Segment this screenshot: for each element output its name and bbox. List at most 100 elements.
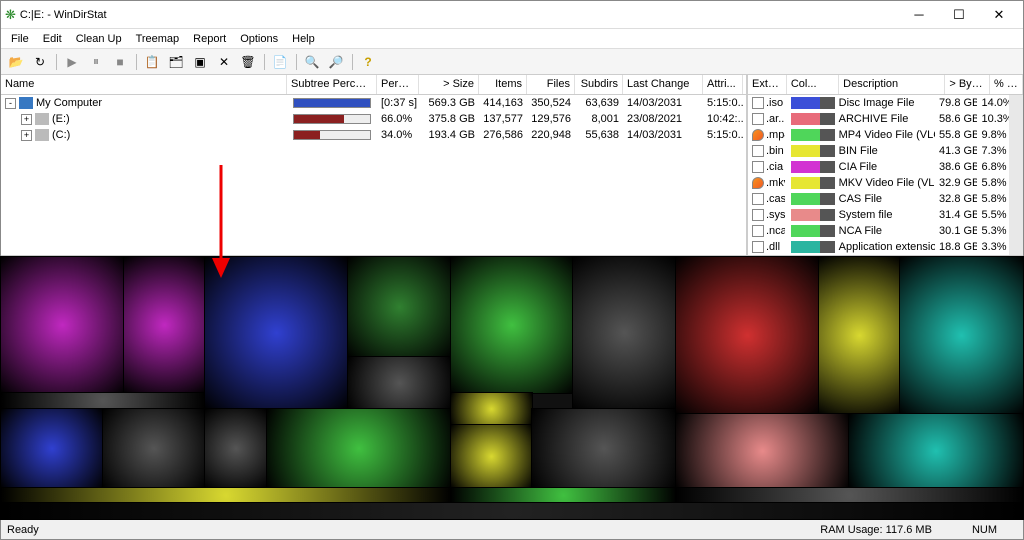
col-desc[interactable]: Description (839, 75, 945, 94)
list-item[interactable]: .sysSystem file31.4 GB5.5% (748, 207, 1009, 223)
menu-edit[interactable]: Edit (37, 31, 68, 47)
menu-file[interactable]: File (5, 31, 35, 47)
delete-icon[interactable]: ✕ (213, 51, 235, 73)
treemap-block[interactable] (103, 409, 205, 488)
treemap-block[interactable] (348, 357, 450, 409)
treemap-block[interactable] (451, 393, 533, 424)
close-button[interactable]: ✕ (979, 1, 1019, 29)
list-item[interactable]: .ncaNCA File30.1 GB5.3% (748, 223, 1009, 239)
file-icon (752, 193, 764, 205)
menu-cleanup[interactable]: Clean Up (70, 31, 128, 47)
pause-icon[interactable]: ⏸ (85, 51, 107, 73)
treemap-block[interactable] (451, 425, 533, 488)
computer-icon (19, 97, 33, 109)
toolbar: 📂 ↻ ▶ ⏸ ■ 📋 🗂 ▣ ✕ 🗑 📄 🔍 🔎 ? (1, 49, 1023, 75)
menu-treemap[interactable]: Treemap (130, 31, 186, 47)
treemap-block[interactable] (676, 414, 850, 487)
col-percent[interactable]: Perce... (377, 75, 419, 94)
open-icon[interactable]: 📂 (5, 51, 27, 73)
menu-help[interactable]: Help (286, 31, 321, 47)
list-item[interactable]: .ciaCIA File38.6 GB6.8% (748, 159, 1009, 175)
table-row[interactable]: +(E:)66.0%375.8 GB137,577129,5768,00123/… (1, 111, 746, 127)
list-item[interactable]: .binBIN File41.3 GB7.3% (748, 143, 1009, 159)
file-icon (752, 129, 764, 141)
col-name[interactable]: Name (1, 75, 287, 94)
list-item[interactable]: .mkvMKV Video File (VLC)32.9 GB5.8% (748, 175, 1009, 191)
list-item[interactable]: .dllApplication extension18.8 GB3.3% (748, 239, 1009, 255)
properties-icon[interactable]: 📄 (269, 51, 291, 73)
treemap-block[interactable] (849, 414, 1023, 487)
ext-body[interactable]: .isoDisc Image File79.8 GB14.0%.ar...ARC… (748, 95, 1023, 255)
recycle-icon[interactable]: 🗑 (237, 51, 259, 73)
maximize-button[interactable]: ☐ (939, 1, 979, 29)
treemap-block[interactable] (1, 409, 103, 488)
list-item[interactable]: .casCAS File32.8 GB5.8% (748, 191, 1009, 207)
col-subtree[interactable]: Subtree Percent... (287, 75, 377, 94)
help-icon[interactable]: ? (357, 51, 379, 73)
treemap-block[interactable] (267, 409, 451, 488)
expander-icon[interactable]: + (21, 130, 32, 141)
treemap-block[interactable] (532, 409, 675, 488)
drive-icon (35, 113, 49, 125)
color-swatch (791, 225, 835, 237)
col-bytes[interactable]: > Bytes (945, 75, 990, 94)
refresh-icon[interactable]: ↻ (29, 51, 51, 73)
menubar: File Edit Clean Up Treemap Report Option… (1, 29, 1023, 49)
list-item[interactable]: .mp4MP4 Video File (VLC)55.8 GB9.8% (748, 127, 1009, 143)
color-swatch (791, 145, 835, 157)
extension-pane: Extensi... Col... Description > Bytes % … (748, 75, 1023, 255)
treemap-block[interactable] (205, 409, 266, 488)
zoom-in-icon[interactable]: 🔍 (301, 51, 323, 73)
treemap-block[interactable] (1, 488, 451, 504)
row-name: My Computer (36, 97, 102, 109)
color-swatch (791, 97, 835, 109)
col-ext[interactable]: Extensi... (748, 75, 787, 94)
treemap-block[interactable] (1, 503, 1023, 519)
col-items[interactable]: Items (479, 75, 527, 94)
col-size[interactable]: > Size (419, 75, 479, 94)
color-swatch (791, 241, 835, 253)
list-item[interactable]: .ar...ARCHIVE File58.6 GB10.3% (748, 111, 1009, 127)
treemap-block[interactable] (573, 257, 675, 409)
tree-body[interactable]: -My Computer[0:37 s]569.3 GB414,163350,5… (1, 95, 746, 255)
treemap-block[interactable] (819, 257, 901, 414)
table-row[interactable]: +(C:)34.0%193.4 GB276,586220,94855,63814… (1, 127, 746, 143)
table-row[interactable]: -My Computer[0:37 s]569.3 GB414,163350,5… (1, 95, 746, 111)
treemap-block[interactable] (451, 488, 676, 504)
tree-header: Name Subtree Percent... Perce... > Size … (1, 75, 746, 95)
col-lastchange[interactable]: Last Change (623, 75, 703, 94)
app-window: ❋ C:|E: - WinDirStat ─ ☐ ✕ File Edit Cle… (0, 0, 1024, 540)
treemap-block[interactable] (676, 488, 1023, 504)
explorer-icon[interactable]: 🗂 (165, 51, 187, 73)
zoom-out-icon[interactable]: 🔎 (325, 51, 347, 73)
col-subdirs[interactable]: Subdirs (575, 75, 623, 94)
expander-icon[interactable]: - (5, 98, 16, 109)
row-name: (E:) (52, 113, 70, 125)
col-files[interactable]: Files (527, 75, 575, 94)
treemap-view[interactable] (1, 255, 1023, 519)
treemap-block[interactable] (1, 393, 205, 409)
cmd-icon[interactable]: ▣ (189, 51, 211, 73)
treemap-block[interactable] (205, 257, 348, 409)
file-icon (752, 161, 764, 173)
expander-icon[interactable]: + (21, 114, 32, 125)
treemap-block[interactable] (900, 257, 1023, 414)
col-color[interactable]: Col... (787, 75, 839, 94)
menu-options[interactable]: Options (234, 31, 284, 47)
treemap-block[interactable] (348, 257, 450, 357)
copy-icon[interactable]: 📋 (141, 51, 163, 73)
treemap-block[interactable] (124, 257, 206, 393)
minimize-button[interactable]: ─ (899, 1, 939, 29)
status-ready: Ready (7, 524, 800, 536)
list-item[interactable]: .isoDisc Image File79.8 GB14.0% (748, 95, 1009, 111)
treemap-block[interactable] (451, 257, 574, 393)
stop-icon[interactable]: ■ (109, 51, 131, 73)
treemap-block[interactable] (676, 257, 819, 414)
col-attr[interactable]: Attri... (703, 75, 743, 94)
col-bypct[interactable]: % By... (990, 75, 1023, 94)
treemap-block[interactable] (1, 257, 124, 393)
play-icon[interactable]: ▶ (61, 51, 83, 73)
menu-report[interactable]: Report (187, 31, 232, 47)
separator (133, 51, 139, 73)
color-swatch (791, 129, 835, 141)
